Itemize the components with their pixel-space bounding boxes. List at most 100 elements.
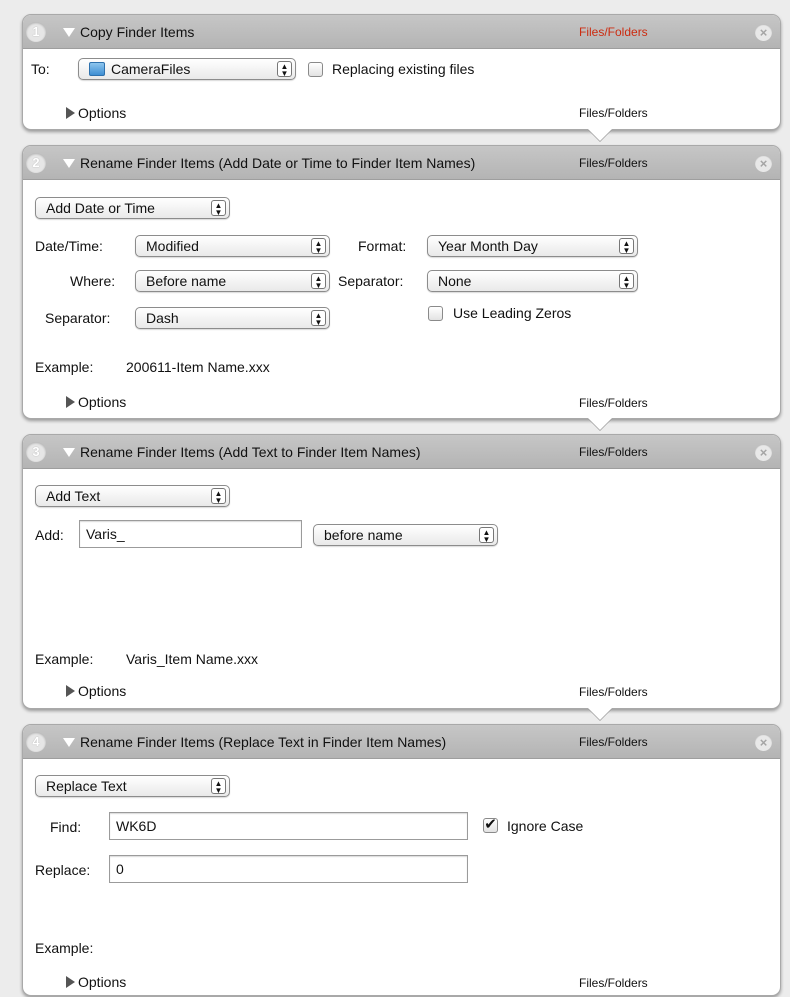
add-label: Add: <box>35 527 64 543</box>
separator2-label: Separator: <box>45 310 111 326</box>
popup-stepper-icon: ▲ ▼ <box>211 778 226 795</box>
find-label: Find: <box>50 819 82 835</box>
destination-popup[interactable]: CameraFiles ▲ ▼ <box>78 58 296 80</box>
action-rename-replace-text: 4 Rename Finder Items (Replace Text in F… <box>22 724 781 996</box>
find-text-field[interactable]: WK6D <box>109 812 468 840</box>
step-number: 2 <box>26 153 46 173</box>
step-number-text: 3 <box>32 444 40 459</box>
disclosure-right-icon <box>66 107 75 119</box>
disclosure-down-icon[interactable] <box>63 448 75 457</box>
workflow-area: 1 Copy Finder Items Files/Folders × To: … <box>0 0 790 997</box>
replace-text-field[interactable]: 0 <box>109 855 468 883</box>
example-label: Example: <box>35 651 94 667</box>
disclosure-right-icon <box>66 685 75 697</box>
example-label: Example: <box>35 359 94 375</box>
ignore-case-label: Ignore Case <box>507 818 584 834</box>
popup-stepper-icon: ▲ ▼ <box>311 273 326 290</box>
rename-mode-popup[interactable]: Add Text ▲ ▼ <box>35 485 230 507</box>
action-header[interactable]: 2 Rename Finder Items (Add Date or Time … <box>23 146 780 180</box>
popup-stepper-icon: ▲ ▼ <box>277 61 292 78</box>
leading-zeros-label: Use Leading Zeros <box>453 305 572 321</box>
action-rename-add-text: 3 Rename Finder Items (Add Text to Finde… <box>22 434 781 709</box>
separator-popup[interactable]: None ▲ ▼ <box>427 270 638 292</box>
action-rename-add-date: 2 Rename Finder Items (Add Date or Time … <box>22 145 781 419</box>
popup-stepper-icon: ▲ ▼ <box>211 200 226 217</box>
example-label: Example: <box>35 940 94 956</box>
close-icon[interactable]: × <box>755 734 772 751</box>
step-number-text: 4 <box>32 734 40 749</box>
separator-value: None <box>438 273 472 289</box>
format-value: Year Month Day <box>438 238 538 254</box>
options-label: Options <box>78 683 127 699</box>
options-disclosure[interactable]: Options <box>66 683 126 699</box>
popup-stepper-icon: ▲ ▼ <box>479 527 494 544</box>
where-value: Before name <box>146 273 227 289</box>
action-title: Copy Finder Items <box>80 24 195 40</box>
action-header[interactable]: 4 Rename Finder Items (Replace Text in F… <box>23 725 780 759</box>
popup-stepper-icon: ▲ ▼ <box>619 273 634 290</box>
options-disclosure[interactable]: Options <box>66 105 126 121</box>
position-popup[interactable]: before name ▲ ▼ <box>313 524 498 546</box>
rename-mode-popup[interactable]: Add Date or Time ▲ ▼ <box>35 197 230 219</box>
replace-label: Replace: <box>35 862 91 878</box>
disclosure-right-icon <box>66 976 75 988</box>
action-header[interactable]: 1 Copy Finder Items Files/Folders × <box>23 15 780 49</box>
step-number-text: 2 <box>32 155 40 170</box>
rename-mode-popup[interactable]: Replace Text ▲ ▼ <box>35 775 230 797</box>
close-icon[interactable]: × <box>755 24 772 41</box>
to-label: To: <box>31 61 50 77</box>
step-number: 4 <box>26 732 46 752</box>
datetime-label: Date/Time: <box>35 238 103 254</box>
separator2-popup[interactable]: Dash ▲ ▼ <box>135 307 330 329</box>
format-label: Format: <box>358 238 407 254</box>
input-type-label: Files/Folders <box>579 735 648 749</box>
close-icon[interactable]: × <box>755 444 772 461</box>
example-value: 200611-Item Name.xxx <box>126 359 270 375</box>
example-value: Varis_Item Name.xxx <box>126 651 258 667</box>
separator-label: Separator: <box>338 273 404 289</box>
where-popup[interactable]: Before name ▲ ▼ <box>135 270 330 292</box>
format-popup[interactable]: Year Month Day ▲ ▼ <box>427 235 638 257</box>
action-title: Rename Finder Items (Add Text to Finder … <box>80 444 421 460</box>
add-text-field[interactable]: Varis_ <box>79 520 302 548</box>
connector-arrow <box>588 708 612 720</box>
step-number: 1 <box>26 22 46 42</box>
close-icon[interactable]: × <box>755 155 772 172</box>
disclosure-down-icon[interactable] <box>63 28 75 37</box>
folder-icon <box>89 62 105 76</box>
action-title: Rename Finder Items (Replace Text in Fin… <box>80 734 447 750</box>
ignore-case-checkbox[interactable]: ✔ <box>483 817 498 833</box>
action-copy-finder-items: 1 Copy Finder Items Files/Folders × To: … <box>22 14 781 130</box>
rename-mode-value: Add Text <box>46 488 101 504</box>
options-disclosure[interactable]: Options <box>66 974 126 990</box>
where-label: Where: <box>70 273 116 289</box>
connector-arrow <box>588 129 612 141</box>
disclosure-down-icon[interactable] <box>63 738 75 747</box>
input-type-label: Files/Folders <box>579 156 648 170</box>
input-type-label: Files/Folders <box>579 445 648 459</box>
output-type-label: Files/Folders <box>579 685 648 699</box>
replacing-label: Replacing existing files <box>332 61 475 77</box>
replacing-checkbox[interactable] <box>308 62 323 77</box>
step-number: 3 <box>26 442 46 462</box>
input-type-label: Files/Folders <box>579 25 648 39</box>
disclosure-down-icon[interactable] <box>63 159 75 168</box>
action-header[interactable]: 3 Rename Finder Items (Add Text to Finde… <box>23 435 780 469</box>
action-title: Rename Finder Items (Add Date or Time to… <box>80 155 476 171</box>
disclosure-right-icon <box>66 396 75 408</box>
options-label: Options <box>78 105 127 121</box>
step-number-text: 1 <box>32 24 40 39</box>
output-type-label: Files/Folders <box>579 396 648 410</box>
output-type-label: Files/Folders <box>579 106 648 120</box>
options-disclosure[interactable]: Options <box>66 394 126 410</box>
destination-value: CameraFiles <box>111 61 191 77</box>
popup-stepper-icon: ▲ ▼ <box>619 238 634 255</box>
rename-mode-value: Add Date or Time <box>46 200 155 216</box>
output-type-label: Files/Folders <box>579 976 648 990</box>
leading-zeros-checkbox[interactable] <box>428 306 443 321</box>
position-value: before name <box>324 527 403 543</box>
connector-arrow <box>588 418 612 430</box>
datetime-popup[interactable]: Modified ▲ ▼ <box>135 235 330 257</box>
datetime-value: Modified <box>146 238 199 254</box>
options-label: Options <box>78 974 127 990</box>
